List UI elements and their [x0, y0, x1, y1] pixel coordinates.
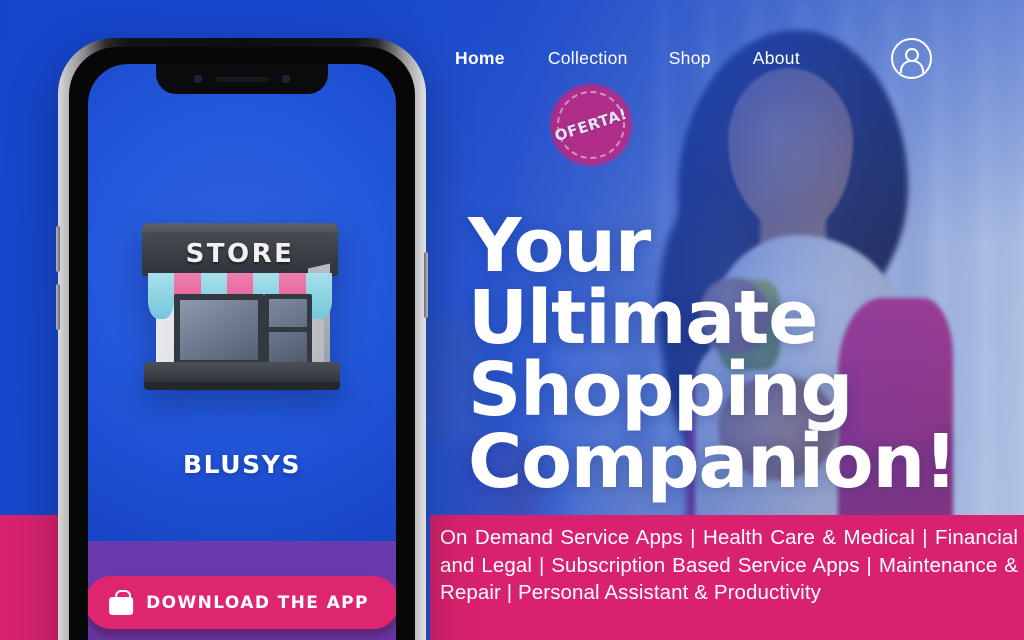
proximity-sensor-icon — [282, 75, 290, 83]
phone-volume-up-button[interactable] — [56, 226, 60, 272]
download-button-label: DOWNLOAD THE APP — [146, 592, 369, 613]
front-camera-icon — [194, 75, 202, 83]
oferta-badge-label: OFERTA! — [552, 104, 630, 146]
app-name-label: BLUSYS — [182, 450, 302, 479]
store-window-icon — [174, 294, 264, 366]
headline-line-3: Shopping — [468, 346, 853, 433]
earpiece-speaker-icon — [215, 76, 269, 82]
main-navigation: Home Collection Shop About — [455, 37, 994, 79]
phone-bezel: STORE BLUSYS DOWNLOAD THE APP — [69, 47, 415, 640]
headline-line-2: Ultimate — [468, 274, 818, 361]
nav-item-home[interactable]: Home — [455, 48, 505, 69]
shopping-bag-icon — [109, 590, 134, 615]
categories-banner-string: On Demand Service Apps | Health Care & M… — [440, 526, 1018, 604]
hero-page: OFERTA! Home Collection Shop About Your … — [0, 0, 1024, 640]
store-3d-icon: STORE — [136, 216, 348, 398]
user-account-icon[interactable] — [891, 37, 932, 79]
nav-item-about[interactable]: About — [753, 48, 800, 69]
phone-mockup: STORE BLUSYS DOWNLOAD THE APP — [56, 38, 428, 640]
phone-power-button[interactable] — [424, 252, 428, 318]
store-sign-label: STORE — [185, 239, 295, 269]
download-the-app-button[interactable]: DOWNLOAD THE APP — [88, 576, 396, 629]
phone-notch — [156, 64, 328, 94]
categories-banner-text: On Demand Service Apps | Health Care & M… — [440, 524, 1018, 636]
categories-band-left — [0, 515, 66, 640]
headline-line-1: Your — [468, 202, 651, 289]
phone-screen: STORE BLUSYS DOWNLOAD THE APP — [88, 64, 396, 640]
page-title: Your Ultimate Shopping Companion! — [468, 202, 958, 505]
headline-line-4: Companion! — [468, 418, 958, 505]
phone-volume-down-button[interactable] — [56, 284, 60, 330]
nav-item-collection[interactable]: Collection — [548, 48, 628, 69]
nav-item-shop[interactable]: Shop — [669, 48, 711, 69]
